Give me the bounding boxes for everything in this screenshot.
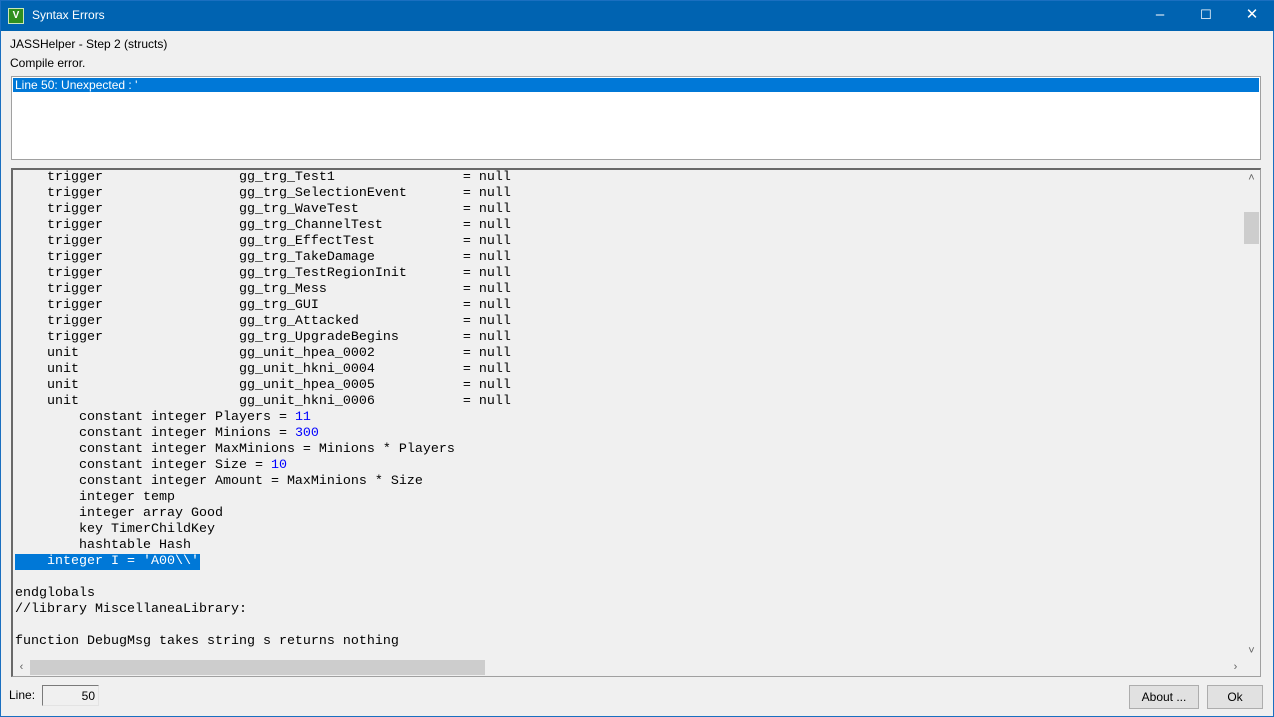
step-label: JASSHelper - Step 2 (structs) <box>10 37 168 51</box>
code-line: trigger gg_trg_EffectTest = null <box>15 234 511 250</box>
window-title: Syntax Errors <box>32 8 105 22</box>
code-line: constant integer Players = 11 <box>15 410 511 426</box>
code-view[interactable]: trigger gg_trg_Test1 = null trigger gg_t… <box>11 168 1261 677</box>
code-line: function DebugMsg takes string s returns… <box>15 634 511 650</box>
code-text: trigger gg_trg_UpgradeBegins = null <box>15 330 511 345</box>
error-line-highlight: integer I = 'A00\\' <box>15 554 200 570</box>
code-text: unit gg_unit_hkni_0006 = null <box>15 394 511 409</box>
code-line: key TimerChildKey <box>15 522 511 538</box>
code-line: integer array Good <box>15 506 511 522</box>
code-text: trigger gg_trg_SelectionEvent = null <box>15 186 511 201</box>
code-text: trigger gg_trg_TestRegionInit = null <box>15 266 511 281</box>
code-text: trigger gg_trg_Test1 = null <box>15 170 511 185</box>
code-line: constant integer Size = 10 <box>15 458 511 474</box>
code-line: trigger gg_trg_ChannelTest = null <box>15 218 511 234</box>
scroll-down-icon[interactable]: ˅ <box>1243 643 1260 660</box>
code-text: constant integer Size = <box>15 458 271 473</box>
syntax-errors-window: V Syntax Errors – ☐ ✕ JASSHelper - Step … <box>0 0 1274 717</box>
code-text: unit gg_unit_hkni_0004 = null <box>15 362 511 377</box>
code-text: unit gg_unit_hpea_0002 = null <box>15 346 511 361</box>
code-line: ​ <box>15 570 511 586</box>
close-button[interactable]: ✕ <box>1229 1 1274 31</box>
code-lines: trigger gg_trg_Test1 = null trigger gg_t… <box>15 170 511 650</box>
code-line: trigger gg_trg_TakeDamage = null <box>15 250 511 266</box>
code-text: unit gg_unit_hpea_0005 = null <box>15 378 511 393</box>
code-line: trigger gg_trg_Attacked = null <box>15 314 511 330</box>
horizontal-scroll-thumb[interactable] <box>30 660 485 675</box>
code-text: trigger gg_trg_EffectTest = null <box>15 234 511 249</box>
code-line: trigger gg_trg_SelectionEvent = null <box>15 186 511 202</box>
code-line: endglobals <box>15 586 511 602</box>
code-text: integer array Good <box>15 506 223 521</box>
code-text: hashtable Hash <box>15 538 191 553</box>
code-text: trigger gg_trg_Attacked = null <box>15 314 511 329</box>
line-field[interactable]: 50 <box>42 685 99 706</box>
code-line: unit gg_unit_hkni_0004 = null <box>15 362 511 378</box>
code-text: key TimerChildKey <box>15 522 215 537</box>
scroll-right-icon[interactable]: › <box>1227 659 1244 676</box>
code-line: trigger gg_trg_WaveTest = null <box>15 202 511 218</box>
minimize-button[interactable]: – <box>1137 1 1183 31</box>
code-line: integer temp <box>15 490 511 506</box>
code-text: function DebugMsg takes string s returns… <box>15 634 399 649</box>
code-text: trigger gg_trg_GUI = null <box>15 298 511 313</box>
code-text: endglobals <box>15 586 95 601</box>
code-line: unit gg_unit_hpea_0002 = null <box>15 346 511 362</box>
scroll-left-icon[interactable]: ‹ <box>13 659 30 676</box>
code-text: constant integer Minions = <box>15 426 295 441</box>
about-button[interactable]: About ... <box>1129 685 1199 709</box>
line-label: Line: <box>9 688 36 702</box>
code-line: integer I = 'A00\\' <box>15 554 511 570</box>
error-item[interactable]: Line 50: Unexpected : ' <box>13 78 1259 92</box>
code-text: integer temp <box>15 490 175 505</box>
vertical-scroll-thumb[interactable] <box>1244 212 1259 244</box>
number-literal: 11 <box>294 410 311 425</box>
title-bar[interactable]: V Syntax Errors – ☐ ✕ <box>1 1 1274 31</box>
code-text: constant integer Players = <box>15 410 295 425</box>
code-text: constant integer Amount = MaxMinions * S… <box>15 474 423 489</box>
code-line: trigger gg_trg_Mess = null <box>15 282 511 298</box>
code-line: hashtable Hash <box>15 538 511 554</box>
status-label: Compile error. <box>10 56 86 70</box>
code-line: constant integer Amount = MaxMinions * S… <box>15 474 511 490</box>
maximize-button[interactable]: ☐ <box>1183 1 1229 31</box>
code-line: trigger gg_trg_UpgradeBegins = null <box>15 330 511 346</box>
code-line: constant integer MaxMinions = Minions * … <box>15 442 511 458</box>
code-line: trigger gg_trg_TestRegionInit = null <box>15 266 511 282</box>
code-text: //library MiscellaneaLibrary: <box>15 602 247 617</box>
code-text: constant integer MaxMinions = Minions * … <box>15 442 455 457</box>
vertical-scrollbar[interactable]: ˄ ˅ <box>1243 170 1260 660</box>
horizontal-scrollbar[interactable]: ‹ › <box>13 659 1244 676</box>
number-literal: 10 <box>270 458 287 473</box>
code-line: trigger gg_trg_GUI = null <box>15 298 511 314</box>
code-text: trigger gg_trg_TakeDamage = null <box>15 250 511 265</box>
number-literal: 300 <box>294 426 319 441</box>
code-text: trigger gg_trg_Mess = null <box>15 282 511 297</box>
code-line: unit gg_unit_hkni_0006 = null <box>15 394 511 410</box>
code-line: unit gg_unit_hpea_0005 = null <box>15 378 511 394</box>
code-line: ​ <box>15 618 511 634</box>
code-line: trigger gg_trg_Test1 = null <box>15 170 511 186</box>
ok-button[interactable]: Ok <box>1207 685 1263 709</box>
code-line: constant integer Minions = 300 <box>15 426 511 442</box>
code-text: trigger gg_trg_WaveTest = null <box>15 202 511 217</box>
code-line: //library MiscellaneaLibrary: <box>15 602 511 618</box>
vjass-icon: V <box>8 8 24 24</box>
code-text: trigger gg_trg_ChannelTest = null <box>15 218 511 233</box>
scroll-up-icon[interactable]: ˄ <box>1243 170 1260 187</box>
error-list[interactable]: Line 50: Unexpected : ' <box>11 76 1261 160</box>
